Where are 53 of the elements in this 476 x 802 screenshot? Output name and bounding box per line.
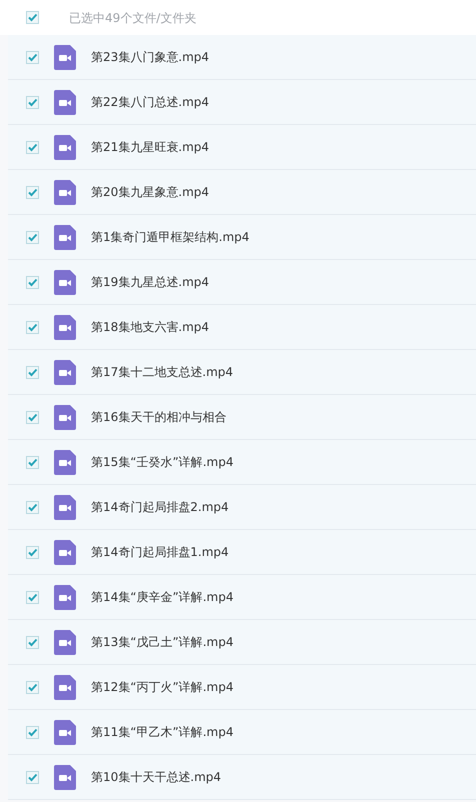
file-name[interactable]: 第11集“甲乙木”详解.mp4 [91,723,234,741]
checkbox[interactable] [26,366,39,378]
video-file-icon [54,134,76,160]
file-name[interactable]: 第16集天干的相冲与相合 [91,408,226,426]
checkbox[interactable] [26,410,39,424]
video-file-icon [54,630,76,654]
checkbox[interactable] [26,636,39,648]
file-name[interactable]: 第19集九星总述.mp4 [91,273,210,291]
video-file-icon [54,764,76,790]
file-name[interactable]: 第22集八门总述.mp4 [91,93,210,111]
checkbox[interactable] [26,50,39,64]
file-name[interactable]: 第1集奇门遁甲框架结构.mp4 [91,228,250,246]
checkbox[interactable] [26,500,39,514]
video-file-icon [54,180,76,204]
video-file-icon [54,314,76,340]
file-name[interactable]: 第21集九星旺衰.mp4 [91,138,210,156]
file-name[interactable]: 第23集八门象意.mp4 [91,48,210,66]
checkbox[interactable] [26,590,39,604]
file-name[interactable]: 第20集九星象意.mp4 [91,183,210,201]
file-name[interactable]: 第14奇门起局排盘2.mp4 [91,498,229,516]
file-name[interactable]: 第15集“壬癸水”详解.mp4 [91,453,234,471]
checkbox[interactable] [26,186,39,198]
file-name[interactable]: 第10集十天干总述.mp4 [91,768,222,786]
checkbox[interactable] [26,276,39,288]
file-name[interactable]: 第14集“庚辛金”详解.mp4 [91,588,234,606]
checkbox[interactable] [26,320,39,334]
file-name[interactable]: 第13集“戊己土”详解.mp4 [91,633,234,651]
checkbox[interactable] [26,770,39,784]
checkbox[interactable] [26,96,39,108]
checkbox[interactable] [26,546,39,558]
video-file-icon [54,404,76,430]
video-file-icon [54,450,76,474]
file-name[interactable]: 第17集十二地支总述.mp4 [91,363,234,381]
file-name[interactable]: 第12集“丙丁火”详解.mp4 [91,678,234,696]
checkbox[interactable] [26,726,39,738]
video-file-icon [54,224,76,250]
file-name[interactable]: 第14奇门起局排盘1.mp4 [91,543,229,561]
video-file-icon [54,584,76,610]
video-file-icon [54,674,76,700]
video-file-icon [54,44,76,70]
video-file-icon [54,494,76,520]
video-file-icon [54,360,76,384]
selection-count: 已选中49个文件/文件夹 [69,10,196,26]
video-file-icon [54,540,76,564]
checkbox[interactable] [26,680,39,694]
checkbox[interactable] [26,230,39,244]
file-name[interactable]: 第18集地支六害.mp4 [91,318,210,336]
video-file-icon [54,90,76,114]
checkbox[interactable] [26,140,39,154]
video-file-icon [54,720,76,744]
video-file-icon [54,270,76,294]
checkbox[interactable] [26,11,39,24]
checkbox[interactable] [26,456,39,468]
